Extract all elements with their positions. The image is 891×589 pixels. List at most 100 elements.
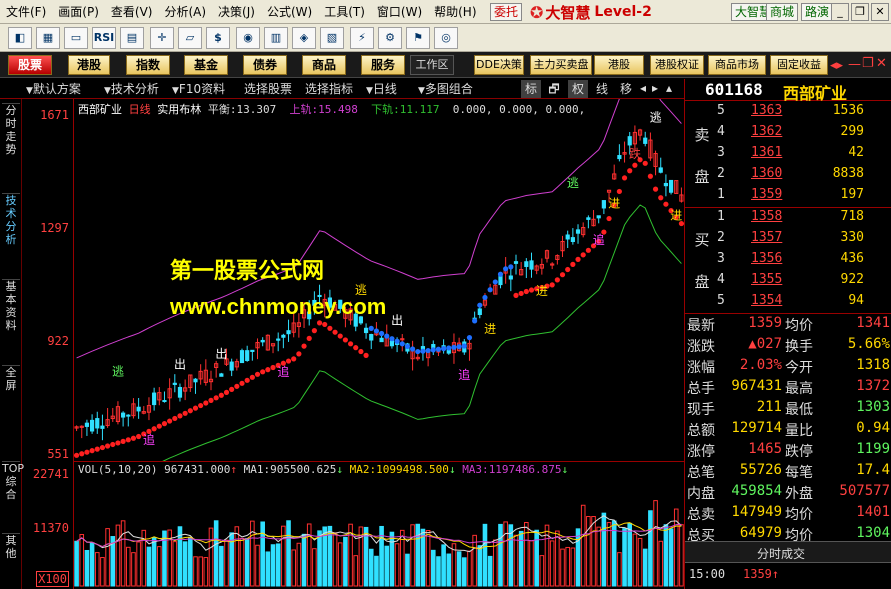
sell-row[interactable]: 4 1362 299 (715, 124, 891, 145)
f10-dropdown[interactable]: ▼F10资料 (172, 81, 225, 97)
tick-time: 15:00 (689, 567, 726, 581)
menu-decision[interactable]: 决策(J) (212, 3, 261, 20)
volume-chart[interactable]: VOL(5,10,20) 967431.000↑ MA1:905500.625↓… (74, 461, 684, 589)
sar-dot (161, 421, 168, 427)
sell-row[interactable]: 2 1360 8838 (715, 166, 891, 187)
sell-row[interactable]: 3 1361 42 (715, 145, 891, 166)
buy-row[interactable]: 3 1356 436 (715, 251, 891, 272)
restore-icon[interactable]: ❐ (851, 3, 869, 21)
candle-body (643, 137, 648, 144)
monitor-icon[interactable]: ▭ (64, 27, 88, 49)
zoom-icon[interactable]: ▴ (666, 81, 672, 95)
move-toggle[interactable]: 移 (616, 80, 636, 98)
side-tab-other[interactable]: 其他 (2, 533, 20, 560)
tab-workspace[interactable]: 工作区 (410, 55, 454, 75)
globe-icon[interactable]: ◎ (434, 27, 458, 49)
tick-tab[interactable]: 分时成交 (685, 541, 891, 563)
multi-chart-dropdown[interactable]: ▼多图组合 (418, 81, 473, 97)
quote-value: 2.03% (739, 357, 782, 373)
compass-icon[interactable]: ✛ (150, 27, 174, 49)
sar-dot (254, 371, 261, 377)
menu-file[interactable]: 文件(F) (0, 3, 52, 20)
volume-bar (265, 551, 271, 587)
mark-toggle[interactable]: 标 (521, 80, 541, 98)
menu-analysis[interactable]: 分析(A) (158, 3, 212, 20)
volume-bar (105, 528, 110, 587)
tab-hk-warrant[interactable]: 港股权证 (650, 55, 704, 75)
chart-icon[interactable]: ▦ (36, 27, 60, 49)
grid-icon[interactable]: ▤ (120, 27, 144, 49)
tab-stock[interactable]: 股票 (8, 55, 52, 75)
window-minimize-icon[interactable]: — (848, 57, 861, 72)
binoculars-icon[interactable]: ◈ (292, 27, 316, 49)
rsi-icon[interactable]: RSI (92, 27, 116, 49)
menu-tools[interactable]: 工具(T) (318, 3, 371, 20)
tab-main-trade[interactable]: 主力买卖盘 (530, 55, 592, 75)
tab-scroll-icon[interactable]: ◂▸ (830, 58, 843, 73)
lightning-icon[interactable]: ⚡ (350, 27, 374, 49)
buy-row[interactable]: 5 1354 94 (715, 293, 891, 314)
side-tab-top[interactable]: TOP综合 (2, 461, 24, 501)
window-close-icon[interactable]: ✕ (876, 56, 887, 71)
dollar-icon[interactable]: $ (206, 27, 230, 49)
buy-row[interactable]: 4 1355 922 (715, 272, 891, 293)
window-restore-icon[interactable]: ❐ (862, 56, 874, 71)
nav-right-icon[interactable]: ▸ (652, 81, 658, 95)
buy-row[interactable]: 1 1358 718 (715, 209, 891, 230)
tab-fund[interactable]: 基金 (184, 55, 228, 75)
pick-stock-button[interactable]: 选择股票 (244, 81, 292, 97)
volume-bar (632, 533, 638, 587)
menu-formula[interactable]: 公式(W) (261, 3, 318, 20)
nav-left-icon[interactable]: ◂ (640, 81, 646, 95)
roadshow-button[interactable]: 路演 (801, 3, 834, 21)
minimize-icon[interactable]: _ (831, 3, 849, 21)
tech-analysis-dropdown[interactable]: ▼技术分析 (104, 81, 159, 97)
tab-hk[interactable]: 港股 (68, 55, 110, 75)
tab-service[interactable]: 服务 (361, 55, 405, 75)
sell-row[interactable]: 1 1359 197 (715, 187, 891, 208)
sar-dot (296, 351, 302, 357)
volume-bar (193, 556, 198, 587)
line-toggle[interactable]: 线 (592, 80, 612, 98)
stock-header: 601168 西部矿业 (685, 79, 891, 103)
tab-hk2[interactable]: 港股 (594, 55, 644, 75)
entrust-button[interactable]: 委托 (490, 3, 523, 21)
menu-window[interactable]: 窗口(W) (371, 3, 428, 20)
tab-commodity-market[interactable]: 商品市场 (708, 55, 766, 75)
tab-fixed-income[interactable]: 固定收益 (770, 55, 828, 75)
buy-row[interactable]: 2 1357 330 (715, 230, 891, 251)
menu-view[interactable]: 查看(V) (105, 3, 159, 20)
window-toggle[interactable]: 🗗 (544, 80, 564, 98)
mall-button[interactable]: 商城 (766, 3, 799, 21)
tab-bond[interactable]: 债券 (243, 55, 287, 75)
sar-dot (229, 386, 235, 392)
menu-screen[interactable]: 画面(P) (52, 3, 105, 20)
sell-row[interactable]: 5 1363 1536 (715, 103, 891, 124)
rights-toggle[interactable]: 权 (568, 80, 588, 98)
chart-down-icon[interactable]: ▧ (320, 27, 344, 49)
k-line-icon[interactable]: ◧ (8, 27, 32, 49)
ruler-icon[interactable]: ▱ (178, 27, 202, 49)
menu-help[interactable]: 帮助(H) (428, 3, 482, 20)
pick-indicator-button[interactable]: 选择指标 (305, 81, 353, 97)
volume-bar (384, 545, 390, 587)
tab-index[interactable]: 指数 (126, 55, 170, 75)
settings-icon[interactable]: ⚙ (378, 27, 402, 49)
tab-dde[interactable]: DDE决策 (474, 55, 524, 75)
side-tab-basic[interactable]: 基本资料 (2, 279, 20, 332)
close-icon[interactable]: ✕ (871, 3, 889, 21)
network-icon[interactable]: ⚑ (406, 27, 430, 49)
side-tab-fullscreen[interactable]: 全屏 (2, 365, 20, 392)
bars-icon[interactable]: ▥ (264, 27, 288, 49)
volume-bar (281, 525, 286, 587)
default-scheme-dropdown[interactable]: ▼默认方案 (26, 81, 81, 97)
kline-chart[interactable]: 逃出出追追逃出追进进逃追进跌逃进 西部矿业 日线 实用布林 平衡:13.307↑… (73, 64, 685, 499)
tab-commodity[interactable]: 商品 (302, 55, 346, 75)
side-tab-tech[interactable]: 技术分析 (2, 193, 20, 246)
eye-icon[interactable]: ◉ (236, 27, 260, 49)
volume-bar (596, 526, 602, 587)
side-tab-intraday[interactable]: 分时走势 (2, 103, 20, 156)
sar-dot (513, 292, 519, 298)
period-dropdown[interactable]: ▼日线 (366, 81, 397, 97)
volume-bar (296, 542, 302, 587)
